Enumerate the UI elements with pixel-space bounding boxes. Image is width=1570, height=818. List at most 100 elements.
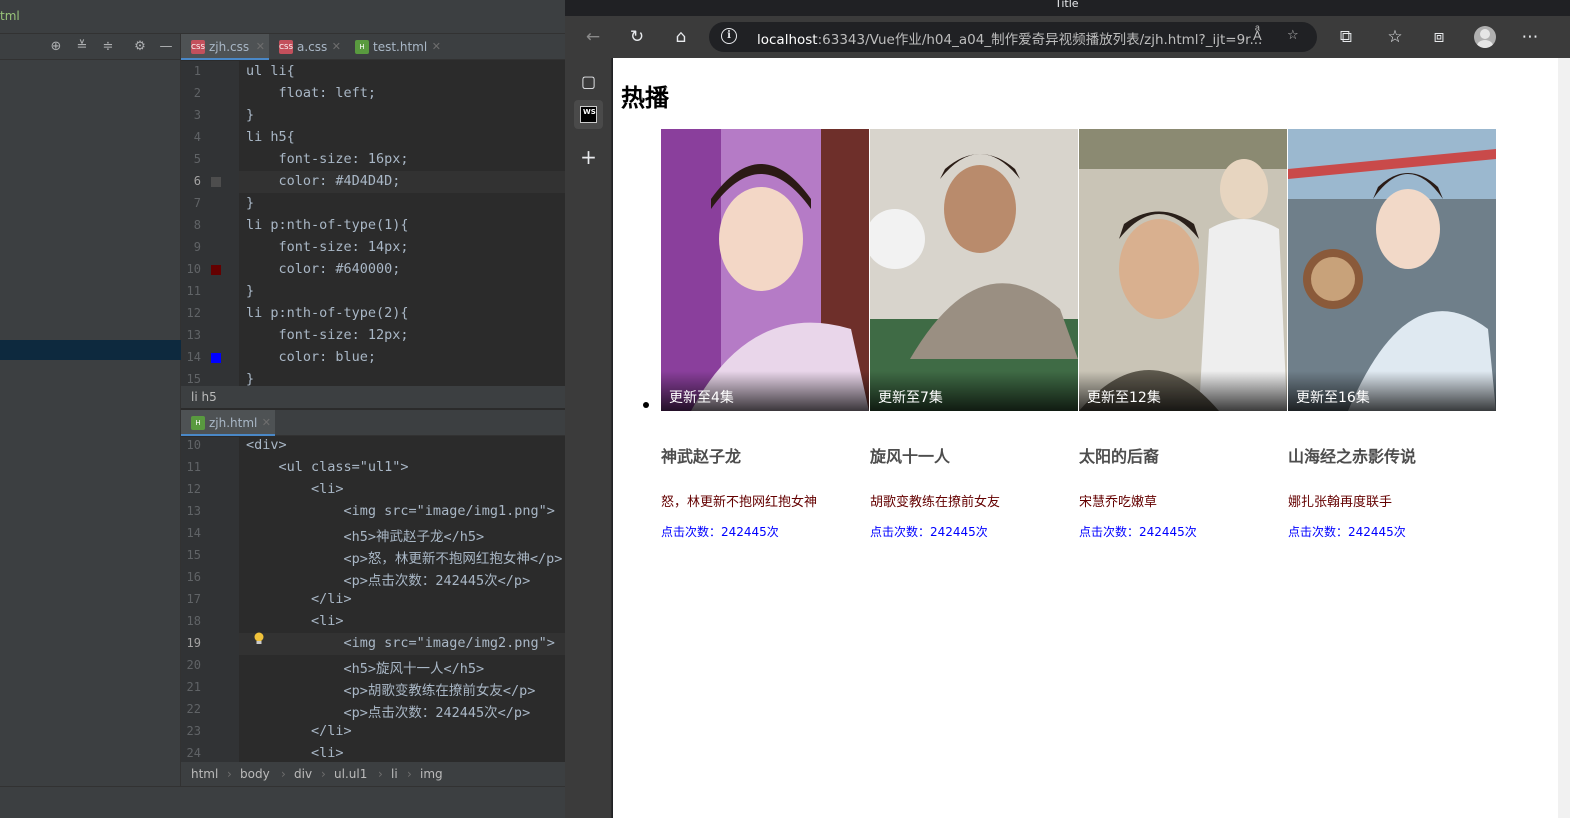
url-text[interactable]: localhost:63343/Vue作业/h04_a04_制作爱奇异视频播放列… [757,28,1262,48]
tab-zjh-html[interactable]: H zjh.html ✕ [181,410,275,436]
crumb-html[interactable]: html [191,762,218,786]
video-clicks: 点击次数：242445次 [1288,525,1406,539]
line-number: 11 [186,460,201,474]
tab-label: zjh.html [209,416,258,430]
minimize-icon[interactable]: — [157,38,175,56]
code-line[interactable]: <li> [246,745,344,761]
crumb-li[interactable]: li [391,762,398,786]
tab-zjh-css[interactable]: CSS zjh.css ✕ [181,34,269,60]
code-line[interactable]: <ul class="ul1"> [246,459,409,475]
read-aloud-icon[interactable]: Aͣ [1253,28,1262,44]
line-number: 23 [186,724,201,738]
code-line[interactable]: li p:nth-of-type(2){ [246,305,409,321]
crumb-ul[interactable]: ul.ul1 [334,762,367,786]
profile-avatar[interactable] [1474,26,1496,48]
home-icon[interactable]: ⌂ [668,24,694,50]
back-icon[interactable]: ← [580,24,606,50]
code-line[interactable]: <li> [246,481,344,497]
video-thumbnail[interactable]: 更新至16集 [1288,129,1496,411]
code-line[interactable]: ul li{ [246,63,295,79]
video-title[interactable]: 神武赵子龙 [661,443,741,467]
line-number: 13 [186,328,201,342]
collapse-all-icon[interactable]: ≑ [99,38,117,56]
tab-a-css[interactable]: CSS a.css ✕ [269,34,345,60]
project-selected-row[interactable] [0,340,181,360]
code-line[interactable]: </li> [246,591,352,607]
code-line[interactable]: color: #4D4D4D; [246,173,401,189]
code-line[interactable]: <img src="image/img1.png"> [246,503,555,519]
lightbulb-icon[interactable] [253,632,265,646]
video-description: 宋慧乔吃嫩草 [1079,495,1158,510]
more-menu-icon[interactable]: ⋯ [1517,24,1543,50]
line-number: 24 [186,746,201,760]
code-line[interactable]: } [246,107,254,123]
video-title[interactable]: 山海经之赤影传说 [1288,443,1416,467]
collections-icon[interactable]: ⧈ [1426,24,1452,50]
extensions-icon[interactable]: ⧉ [1333,24,1359,50]
thumbnail-image [1079,129,1287,411]
color-swatch[interactable] [211,265,221,275]
video-thumbnail[interactable]: 更新至4集 [661,129,869,411]
episode-badge: 更新至12集 [1087,390,1161,406]
video-title[interactable]: 太阳的后裔 [1079,443,1159,467]
code-line[interactable]: font-size: 12px; [246,327,409,343]
code-line[interactable]: <p>点击次数：242445次</p> [246,569,531,589]
favorite-add-icon[interactable]: ☆ [1287,28,1299,43]
code-line[interactable]: } [246,283,254,299]
info-icon[interactable]: i [721,28,737,44]
code-line[interactable]: <p>胡歌变教练在撩前女友</p> [246,679,536,699]
video-thumbnail[interactable]: 更新至7集 [870,129,1078,411]
web-page: 热播 更新至4集 神武赵子龙 怒，林更新不抱网红抱女神 点击次数：242445次… [613,58,1558,818]
code-line[interactable]: <h5>旋风十一人</h5> [246,657,485,677]
code-line[interactable]: li p:nth-of-type(1){ [246,217,409,233]
code-line[interactable]: <li> [246,613,344,629]
screen: tml ⊕ ≚ ≑ ⚙ — CSS zjh.css ✕ CSS a.css ✕ [0,0,1570,818]
episode-badge: 更新至7集 [878,390,943,406]
webstorm-tab[interactable]: WS [574,100,603,129]
code-line[interactable]: <h5>神武赵子龙</h5> [246,525,485,545]
locate-icon[interactable]: ⊕ [47,38,65,56]
close-icon[interactable]: ✕ [256,34,265,60]
code-line[interactable]: li h5{ [246,129,295,145]
line-number: 12 [186,482,201,496]
color-swatch[interactable] [211,177,221,187]
new-tab-icon[interactable]: + [576,145,601,170]
address-bar[interactable]: i localhost:63343/Vue作业/h04_a04_制作爱奇异视频播… [709,22,1317,52]
tab-test-html[interactable]: H test.html ✕ [345,34,445,60]
crumb-img[interactable]: img [420,762,443,786]
code-line[interactable]: <p>点击次数：242445次</p> [246,701,531,721]
line-number: 19 [186,636,201,650]
code-line[interactable]: <div> [246,437,287,453]
refresh-icon[interactable]: ↻ [624,24,650,50]
code-line[interactable]: font-size: 16px; [246,151,409,167]
editor-tabs-bottom: H zjh.html ✕ [181,410,565,436]
chevron-right-icon: › [378,767,383,781]
gear-icon[interactable]: ⚙ [131,38,149,56]
line-number: 11 [186,284,201,298]
favorites-icon[interactable]: ☆ [1382,24,1408,50]
color-swatch[interactable] [211,353,221,363]
close-icon[interactable]: ✕ [262,410,271,436]
code-line[interactable]: } [246,371,254,387]
code-line[interactable]: <p>怒，林更新不抱网红抱女神</p> [246,547,563,567]
code-line[interactable]: } [246,195,254,211]
browser-titlebar: Title [565,0,1570,16]
video-title[interactable]: 旋风十一人 [870,443,950,467]
close-icon[interactable]: ✕ [432,34,441,60]
code-line[interactable]: </li> [246,723,352,739]
code-line[interactable]: color: #640000; [246,261,401,277]
video-thumbnail[interactable]: 更新至12集 [1079,129,1287,411]
project-toolbar: ⊕ ≚ ≑ ⚙ — [0,34,181,60]
code-line[interactable]: color: blue; [246,349,377,365]
expand-all-icon[interactable]: ≚ [73,38,91,56]
project-panel: ⊕ ≚ ≑ ⚙ — [0,34,181,786]
crumb-div[interactable]: div [294,762,312,786]
crumb-body[interactable]: body [240,762,270,786]
code-line[interactable]: font-size: 14px; [246,239,409,255]
code-line[interactable]: float: left; [246,85,377,101]
line-number: 9 [193,240,201,254]
scrollbar[interactable] [1558,58,1570,818]
close-icon[interactable]: ✕ [332,34,341,60]
tab-actions-icon[interactable]: ▢ [576,69,601,94]
code-line[interactable]: <img src="image/img2.png"> [246,635,555,651]
